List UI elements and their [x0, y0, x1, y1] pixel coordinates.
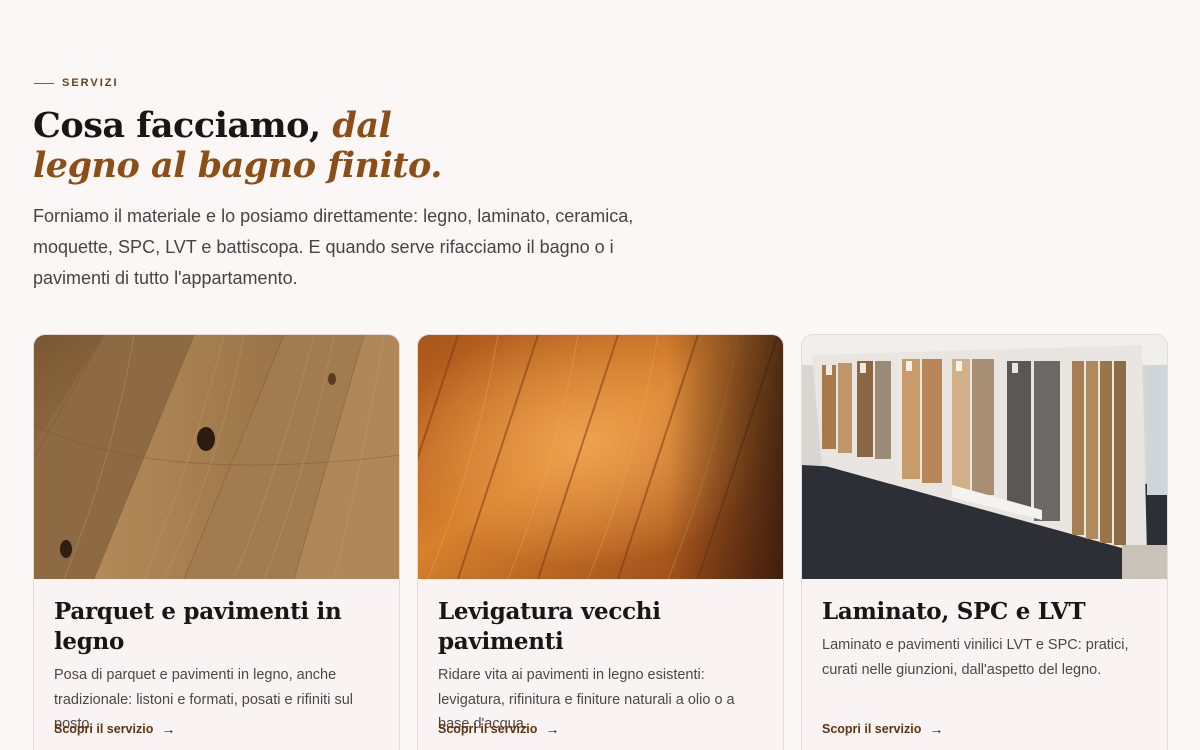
headline-accent-1: dal [332, 105, 392, 146]
eyebrow-label: SERVIZI [62, 77, 119, 89]
service-cards: Parquet e pavimenti in legno Posa di par… [33, 334, 1168, 750]
card-title: Parquet e pavimenti in legno [54, 598, 342, 655]
service-card-parquet[interactable]: Parquet e pavimenti in legno Posa di par… [33, 334, 400, 750]
cta-label: Scopri il servizio [54, 722, 154, 736]
card-title: Laminato, SPC e LVT [822, 598, 1086, 625]
section-eyebrow: SERVIZI [34, 77, 119, 89]
oak-parquet-floor-photo [34, 335, 399, 579]
scopri-servizio-link[interactable]: Scopri il servizio → [54, 721, 175, 737]
card-description: Laminato e pavimenti vinilici LVT e SPC:… [822, 637, 1129, 678]
arrow-right-icon: → [545, 721, 560, 737]
headline-accent-2: legno al bagno finito. [33, 145, 442, 186]
laminate-showroom-display-photo [802, 335, 1167, 579]
cta-label: Scopri il servizio [822, 722, 922, 736]
scopri-servizio-link[interactable]: Scopri il servizio → [822, 721, 943, 737]
section-intro: Forniamo il materiale e lo posiamo diret… [33, 206, 634, 288]
cta-label: Scopri il servizio [438, 722, 538, 736]
service-card-laminato[interactable]: Laminato, SPC e LVT Laminato e pavimenti… [801, 334, 1168, 750]
arrow-right-icon: → [161, 721, 176, 737]
sanded-wood-floor-photo [418, 335, 783, 579]
eyebrow-rule [34, 82, 54, 84]
headline-plain: Cosa facciamo, [33, 105, 333, 146]
arrow-right-icon: → [929, 721, 944, 737]
service-card-levigatura[interactable]: Levigatura vecchi pavimenti Ridare vita … [417, 334, 784, 750]
scopri-servizio-link[interactable]: Scopri il servizio → [438, 721, 559, 737]
card-title: Levigatura vecchi pavimenti [438, 598, 661, 655]
section-headline: Cosa facciamo, dal legno al bagno finito. [33, 106, 442, 186]
